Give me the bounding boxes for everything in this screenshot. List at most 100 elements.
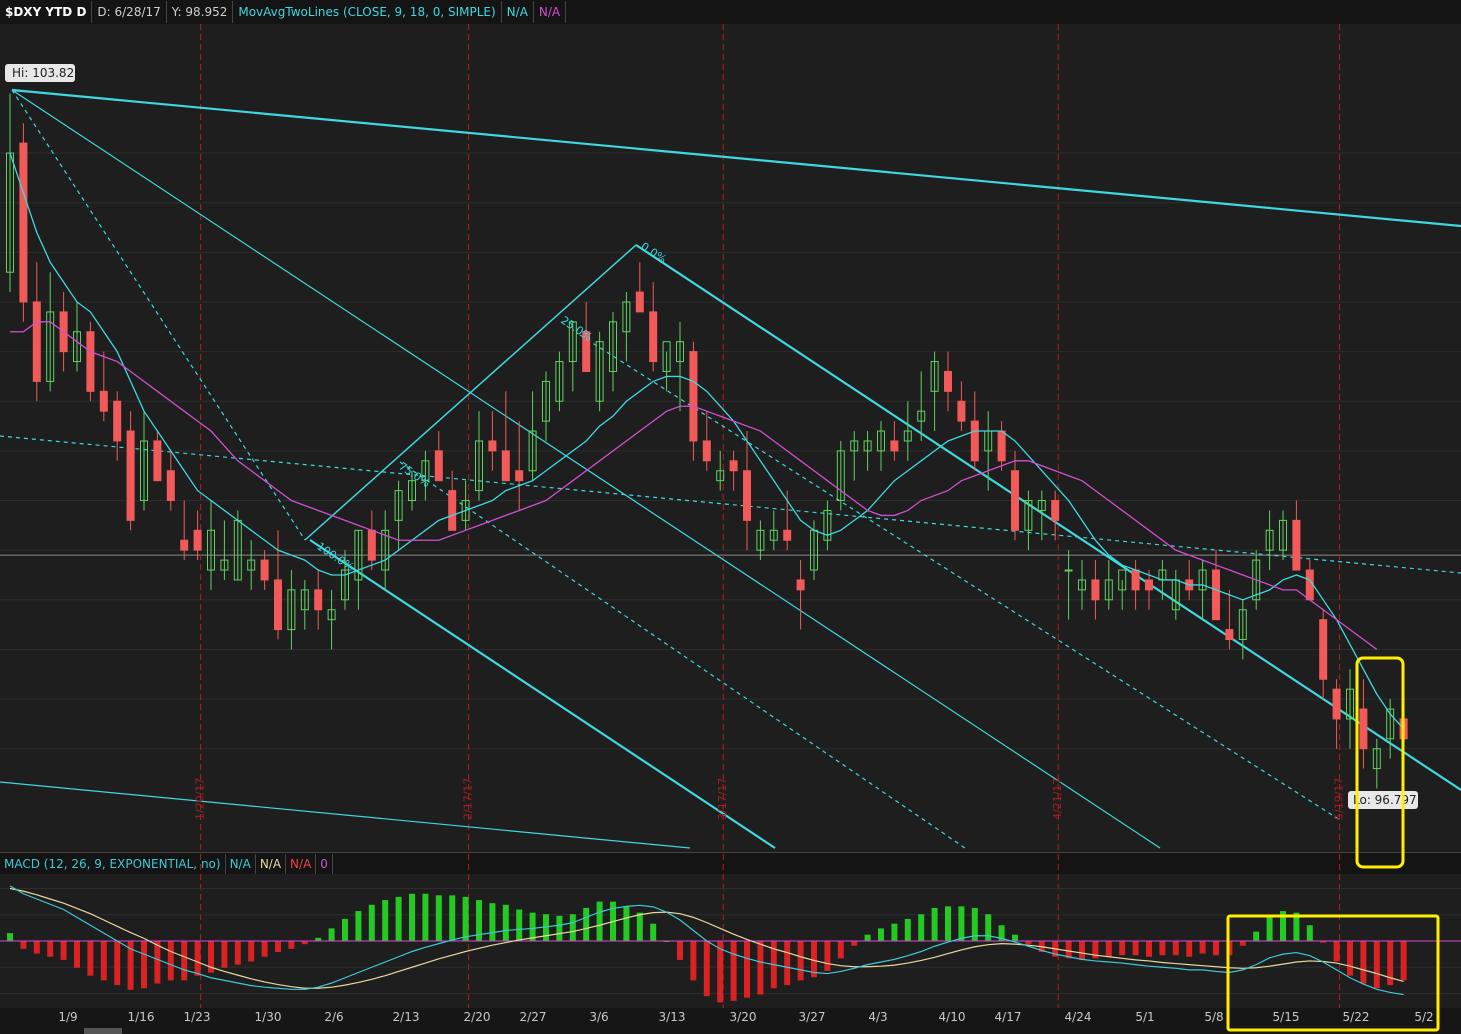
macd-histogram-bar (1253, 931, 1260, 941)
macd-histogram-bar (462, 896, 469, 941)
lo-label-box (1348, 791, 1418, 809)
price-chart[interactable]: 1/20/17 2/17/17 3/17/17 4/21/17 5/19/17 1/9 1/… (0, 0, 1461, 1034)
candle-body (113, 400, 122, 442)
candle-body (140, 440, 148, 502)
candle-body (1145, 579, 1153, 591)
candle-body (488, 440, 497, 452)
fib-level-label: 100.0% (314, 540, 356, 574)
macd-signal-line (9, 887, 1404, 989)
date-readout: D: 6/28/17 (92, 1, 167, 23)
macd-histogram-bar (703, 941, 710, 997)
lo-label: Lo: 96.797 (1353, 793, 1417, 807)
macd-histogram-bar (449, 895, 456, 941)
macd-histogram-bar (811, 941, 817, 978)
x-tick-label: 4/10 (939, 1010, 966, 1024)
macd-histogram-bar (1360, 941, 1367, 984)
macd-histogram-bar (1132, 941, 1139, 956)
macd-panel-bg (0, 874, 1461, 1008)
macd-histogram-bar (543, 914, 549, 941)
macd-histogram-bar (1293, 912, 1300, 941)
macd-line (9, 885, 1404, 996)
candle-body (1198, 569, 1207, 591)
candle-body (515, 470, 524, 482)
macd-diff-value: N/A (286, 854, 317, 874)
macd-histogram-bar (261, 941, 268, 957)
candle-body (354, 529, 363, 581)
candle-body (434, 450, 443, 482)
candle-body (944, 370, 952, 392)
info-icon[interactable]: i (6, 31, 20, 45)
macd-histogram-bar (1119, 941, 1126, 956)
copyright-text: 2017 © TD Ameritrade IP Company, Inc. (25, 31, 248, 45)
candle-body (1064, 569, 1073, 572)
x-tick-label: 4/17 (995, 1010, 1022, 1024)
candle-body (1051, 500, 1060, 521)
candle-body (1252, 559, 1261, 601)
macd-histogram-bar (958, 906, 965, 941)
candle-body (1024, 500, 1033, 531)
macd-histogram-bar (1306, 925, 1313, 941)
x-tick-label: 3/27 (799, 1010, 826, 1024)
macd-study-label[interactable]: MACD (12, 26, 9, EXPONENTIAL, no) (0, 854, 226, 874)
candle-body (528, 430, 537, 472)
macd-histogram-bar (1333, 941, 1340, 962)
macd-histogram-bar (1186, 941, 1193, 957)
macd-histogram-bar (864, 934, 871, 941)
candle-body (1171, 579, 1180, 611)
candle-body (327, 609, 336, 621)
x-tick-label: 5/2 (1414, 1010, 1433, 1024)
macd-histogram-bar (596, 901, 603, 941)
macd-histogram-bar (730, 941, 737, 1001)
macd-histogram-bar (851, 941, 858, 946)
macd-histogram-bar (234, 941, 241, 965)
x-axis-bg (0, 1008, 1461, 1034)
highlight-box-macd (1226, 914, 1440, 1032)
macd-histogram-bar (529, 912, 536, 941)
candle-body (1185, 579, 1194, 591)
candle-body (1265, 529, 1274, 551)
x-tick-label: 2/6 (324, 1010, 343, 1024)
candle-body (863, 440, 872, 452)
candle-body (1118, 569, 1127, 591)
candle-body (126, 430, 135, 521)
candle-body (300, 589, 309, 611)
fib-level-label: 25.0% (558, 314, 594, 344)
macd-histogram-bar (100, 941, 107, 981)
candle-body (716, 470, 725, 482)
candle-body (153, 440, 162, 482)
expiration-label: 5/19/17 (1333, 778, 1346, 820)
candle-body (381, 529, 390, 571)
macd-histogram-bar (744, 941, 750, 998)
macd-histogram-bar (114, 941, 121, 986)
candle-body (1399, 718, 1408, 740)
candle-body (32, 301, 41, 382)
fib-level-label: 75.0% (396, 460, 432, 490)
macd-header-bar: MACD (12, 26, 9, EXPONENTIAL, no) N/A N/… (0, 852, 1461, 876)
fib-dotted-horizontal (0, 435, 1461, 574)
symbol-label[interactable]: $DXY YTD D (0, 1, 93, 23)
candle-body (448, 490, 457, 531)
macd-histogram-bar (87, 941, 94, 976)
macd-histogram-bar (1226, 941, 1233, 956)
candle-body (649, 311, 658, 363)
macd-histogram-bar (931, 907, 938, 941)
macd-histogram-bar (1065, 941, 1072, 959)
x-tick-label: 2/27 (520, 1010, 547, 1024)
candle-body (220, 559, 229, 571)
candle-body (568, 321, 577, 363)
candle-body (287, 589, 296, 631)
macd-histogram-bar (824, 941, 831, 971)
macd-histogram-bar (74, 941, 80, 968)
macd-histogram-bar (663, 941, 670, 942)
candle-body (823, 509, 832, 541)
macd-histogram-bar (33, 941, 40, 954)
macd-histogram-bar (301, 941, 308, 945)
macd-histogram-bar (650, 923, 657, 941)
x-tick-label: 3/6 (589, 1010, 608, 1024)
candle-body (877, 430, 885, 452)
candle-body (796, 579, 805, 591)
macd-histogram-bar (315, 937, 322, 941)
candle-body (743, 470, 751, 521)
study-label[interactable]: MovAvgTwoLines (CLOSE, 9, 18, 0, SIMPLE) (233, 1, 502, 23)
candle-body (73, 331, 81, 363)
